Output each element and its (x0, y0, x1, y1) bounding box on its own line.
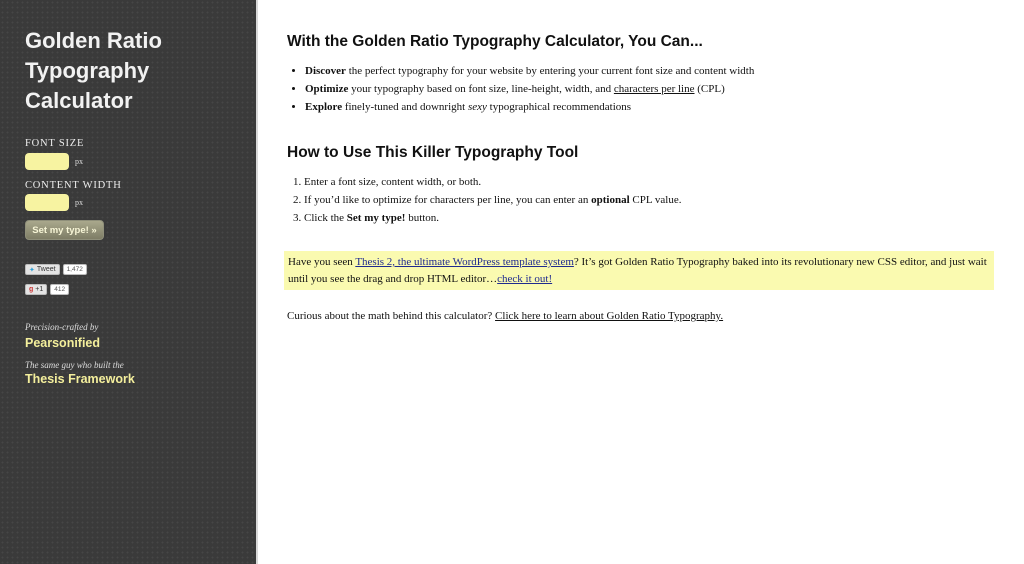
set-my-type-button[interactable]: Set my type! » (25, 220, 104, 240)
promo-text: Have you seen (288, 256, 356, 268)
built-by-text: The same guy who built the (25, 360, 124, 370)
step-item: Enter a font size, content width, or bot… (304, 173, 681, 191)
check-it-out-link[interactable]: check it out! (497, 273, 552, 285)
feature-text: the perfect typography for your website … (345, 65, 755, 77)
how-to-heading: How to Use This Killer Typography Tool (287, 144, 579, 161)
curious-paragraph: Curious about the math behind this calcu… (287, 310, 723, 322)
feature-text-after: typographical recommendations (486, 101, 632, 113)
content-width-input[interactable] (25, 194, 69, 211)
gplus-button-label: +1 (35, 286, 44, 293)
sidebar: Golden Ratio Typography Calculator FONT … (0, 0, 256, 564)
features-list: Discover the perfect typography for your… (287, 62, 754, 116)
step-item: If you’d like to optimize for characters… (304, 191, 681, 209)
site-title: Golden Ratio Typography Calculator (25, 28, 162, 113)
tweet-widget: ✦ Tweet 1,472 (25, 264, 87, 275)
step-text-after: button. (405, 212, 440, 224)
feature-item-discover: Discover the perfect typography for your… (305, 62, 754, 80)
font-size-input[interactable] (25, 153, 69, 170)
gplus-count: 412 (50, 284, 70, 295)
feature-item-optimize: Optimize your typography based on font s… (305, 80, 754, 98)
content-width-unit: px (75, 198, 83, 207)
tweet-count: 1,472 (62, 264, 87, 275)
steps-list: Enter a font size, content width, or bot… (287, 173, 681, 227)
thesis-2-link[interactable]: Thesis 2, the ultimate WordPress templat… (355, 256, 574, 268)
characters-per-line-link[interactable]: characters per line (614, 83, 695, 95)
crafted-by-text: Precision-crafted by (25, 322, 99, 332)
step-bold: Set my type! (346, 212, 406, 224)
feature-text-after: (CPL) (694, 83, 725, 95)
thesis-framework-link[interactable]: Thesis Framework (25, 372, 135, 386)
feature-bold: Explore (305, 101, 343, 113)
features-heading: With the Golden Ratio Typography Calcula… (287, 33, 703, 50)
learn-golden-ratio-link[interactable]: Click here to learn about Golden Ratio T… (495, 310, 723, 322)
feature-italic: sexy (467, 101, 487, 113)
content-width-label: CONTENT WIDTH (25, 180, 122, 191)
step-item: Click the Set my type! button. (304, 209, 681, 227)
pearsonified-link[interactable]: Pearsonified (25, 336, 100, 350)
gplus-button[interactable]: g +1 (25, 284, 48, 295)
feature-bold: Discover (305, 65, 346, 77)
tweet-button-label: Tweet (36, 266, 56, 273)
step-bold: optional (591, 194, 630, 206)
step-text-after: CPL value. (629, 194, 682, 206)
font-size-unit: px (75, 157, 83, 166)
curious-text: Curious about the math behind this calcu… (287, 310, 496, 322)
gplus-icon: g (29, 286, 34, 293)
feature-bold: Optimize (305, 83, 349, 95)
feature-text: your typography based on font size, line… (348, 83, 614, 95)
feature-item-explore: Explore finely-tuned and downright sexy … (305, 98, 754, 116)
thesis-promo-box: Have you seen Thesis 2, the ultimate Wor… (284, 251, 994, 290)
sidebar-divider (256, 0, 258, 564)
step-text: If you’d like to optimize for characters… (304, 194, 592, 206)
tweet-button[interactable]: ✦ Tweet (25, 264, 60, 275)
feature-text: finely-tuned and downright (342, 101, 468, 113)
step-text: Enter a font size, content width, or bot… (304, 176, 482, 188)
twitter-bird-icon: ✦ (29, 266, 35, 274)
step-text: Click the (304, 212, 347, 224)
font-size-label: FONT SIZE (25, 138, 85, 149)
gplus-widget: g +1 412 (25, 284, 70, 295)
